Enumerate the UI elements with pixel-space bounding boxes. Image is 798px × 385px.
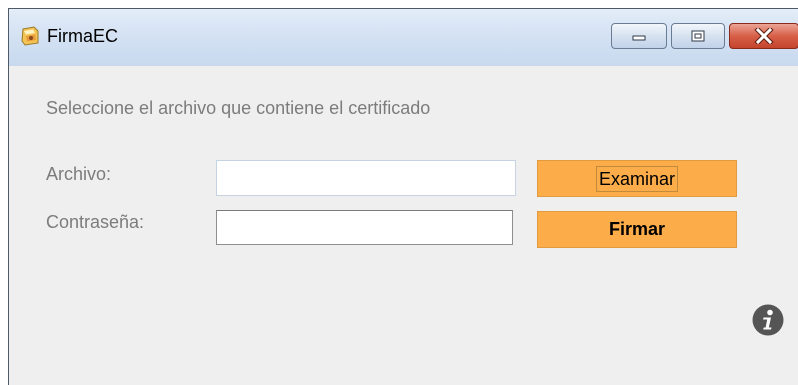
examinar-button[interactable]: Examinar [537, 160, 737, 197]
instructions-label: Seleccione el archivo que contiene el ce… [46, 98, 431, 118]
form-panel: Seleccione el archivo que contiene el ce… [9, 66, 798, 385]
firmar-button-label: Firmar [608, 219, 666, 239]
close-icon [754, 28, 774, 44]
info-icon[interactable] [752, 304, 784, 336]
contrasena-label: Contraseña: [46, 212, 145, 232]
examinar-button-label: Examinar [595, 165, 679, 192]
close-button[interactable] [729, 23, 798, 49]
contrasena-input[interactable] [216, 210, 513, 245]
app-window: FirmaEC Seleccione el archivo que contie… [8, 8, 798, 385]
title-bar[interactable]: FirmaEC [9, 9, 798, 66]
archivo-label: Archivo: [46, 164, 112, 184]
firmar-button[interactable]: Firmar [537, 211, 737, 248]
minimize-button[interactable] [611, 23, 667, 49]
maximize-icon [691, 30, 705, 42]
app-icon [21, 26, 39, 46]
maximize-button[interactable] [671, 23, 725, 49]
archivo-input[interactable] [216, 160, 516, 196]
minimize-icon [632, 35, 646, 41]
window-title: FirmaEC [47, 26, 118, 46]
